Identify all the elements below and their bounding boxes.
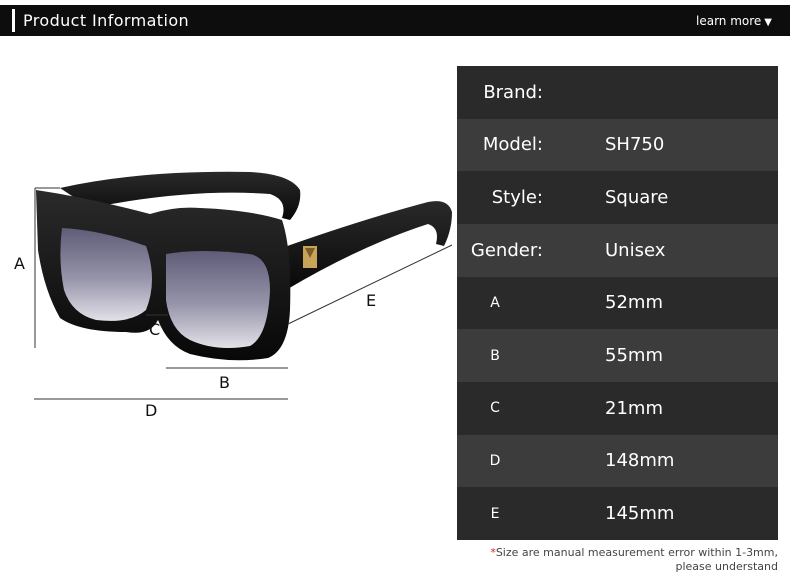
footnote-text-1: Size are manual measurement error within… <box>495 546 778 559</box>
spec-value: 52mm <box>605 292 663 314</box>
spec-row-model: Model: SH750 <box>457 118 778 172</box>
spec-table: Brand: Model: SH750 Style: Square Gender… <box>457 66 778 540</box>
spec-value: 148mm <box>605 450 675 472</box>
spec-label: B <box>490 347 500 364</box>
spec-row-brand: Brand: <box>457 66 778 119</box>
spec-value: SH750 <box>605 134 665 156</box>
spec-value: Unisex <box>605 239 666 261</box>
triangle-down-icon: ▼ <box>764 17 772 28</box>
spec-row-b: B 55mm <box>457 329 778 382</box>
dimension-label-b: B <box>219 373 230 392</box>
page-title: Product Information <box>23 11 190 30</box>
spec-value: Square <box>605 187 669 209</box>
right-lens <box>166 251 270 348</box>
sunglasses-diagram <box>34 171 453 400</box>
dimension-label-a: A <box>14 254 25 273</box>
measurement-footnote: *Size are manual measurement error withi… <box>458 546 778 574</box>
spec-value: 145mm <box>605 503 675 525</box>
spec-row-c: C 21mm <box>457 382 778 435</box>
spec-label: Style: <box>491 187 543 209</box>
product-illustration: A C B D E <box>0 150 460 450</box>
learn-more-label: learn more <box>696 14 762 28</box>
learn-more-link[interactable]: learn more ▼ <box>696 5 772 39</box>
spec-label: Model: <box>482 134 543 156</box>
footnote-text-2: please understand <box>675 560 779 573</box>
spec-label: D <box>489 452 501 469</box>
spec-row-gender: Gender: Unisex <box>457 224 778 277</box>
header-accent-bar <box>12 9 15 32</box>
spec-row-style: Style: Square <box>457 171 778 224</box>
header-bar: Product Information learn more ▼ <box>0 5 790 36</box>
footnote-line-1: *Size are manual measurement error withi… <box>458 546 778 560</box>
spec-label: Brand: <box>483 81 543 103</box>
dimension-label-d: D <box>145 401 158 420</box>
spec-row-e: E 145mm <box>457 487 778 540</box>
spec-label: Gender: <box>470 239 543 261</box>
spec-label: A <box>490 294 500 311</box>
spec-value: 55mm <box>605 345 663 367</box>
spec-row-d: D 148mm <box>457 434 778 488</box>
spec-label: E <box>490 505 500 522</box>
spec-label: C <box>490 400 500 417</box>
dimension-label-c: C <box>149 320 161 339</box>
spec-value: 21mm <box>605 397 663 419</box>
spec-row-a: A 52mm <box>457 276 778 330</box>
near-temple-arm <box>276 201 452 290</box>
dimension-label-e: E <box>366 291 377 310</box>
